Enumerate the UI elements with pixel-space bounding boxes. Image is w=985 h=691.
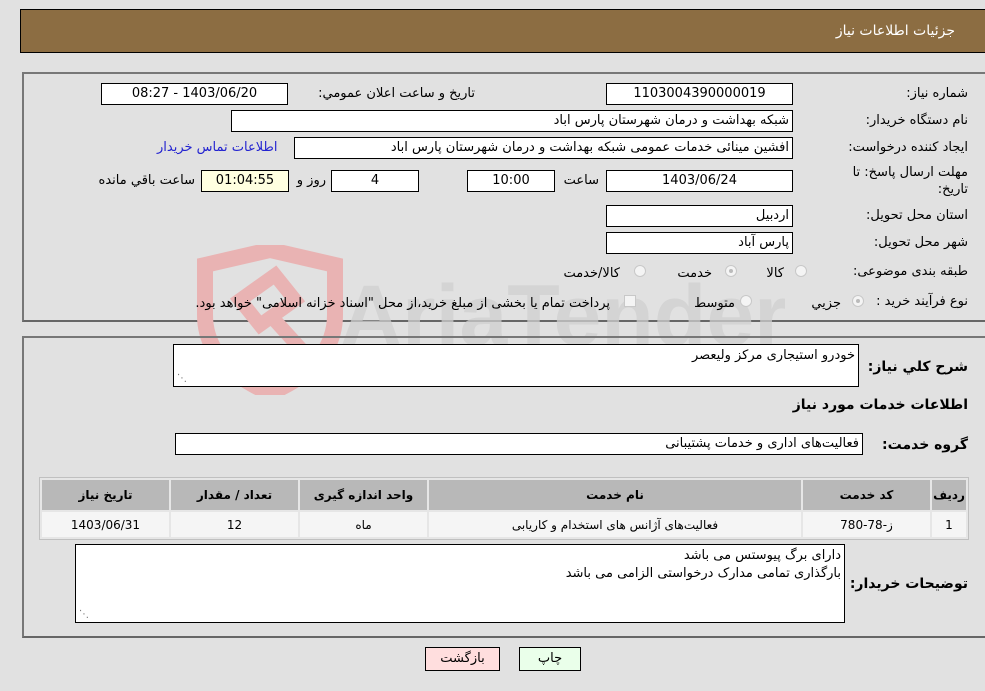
city-label: شهر محل تحویل: (873, 235, 968, 250)
purchase-type-label: نوع فرآیند خرید : (876, 294, 968, 309)
requester-label: ایجاد کننده درخواست: (848, 140, 968, 155)
category-option-goods: کالا (766, 266, 784, 281)
services-table: ردیف کد خدمت نام خدمت واحد اندازه گیری ت… (39, 477, 969, 540)
deadline-time-label: ساعت (563, 173, 599, 188)
col-service-name: نام خدمت (429, 480, 801, 510)
need-number-label: شماره نیاز: (906, 86, 968, 101)
buyer-notes-textarea[interactable]: دارای برگ پیوستس می باشد بارگذاری تمامی … (75, 544, 845, 623)
service-group-label: گروه خدمت: (882, 437, 968, 453)
province-field[interactable]: اردبیل (606, 205, 793, 227)
announce-datetime-field[interactable]: 1403/06/20 - 08:27 (101, 83, 288, 105)
purchase-type-radio-medium[interactable] (740, 295, 752, 307)
purchase-type-option-medium: متوسط (694, 296, 735, 311)
city-field[interactable]: پارس آباد (606, 232, 793, 254)
category-radio-goods-service[interactable] (634, 265, 646, 277)
col-unit: واحد اندازه گیری (300, 480, 427, 510)
purchase-type-radio-minor[interactable] (852, 295, 864, 307)
time-remaining-field: 01:04:55 (201, 170, 289, 192)
requester-field[interactable]: افشین مینائی خدمات عمومی شبکه بهداشت و د… (294, 137, 793, 159)
deadline-date-field[interactable]: 1403/06/24 (606, 170, 793, 192)
service-group-field[interactable]: فعالیت‌های اداری و خدمات پشتیبانی (175, 433, 863, 455)
col-service-code: کد خدمت (803, 480, 930, 510)
buyer-org-field[interactable]: شبکه بهداشت و درمان شهرستان پارس اباد (231, 110, 793, 132)
back-button[interactable]: بازگشت (425, 647, 500, 671)
deadline-label-line1: مهلت ارسال پاسخ: تا (852, 165, 968, 180)
cell-service-code: ز-78-780 (803, 512, 930, 537)
col-quantity: تعداد / مقدار (171, 480, 298, 510)
page-title: جزئیات اطلاعات نیاز (835, 23, 955, 39)
print-button[interactable]: چاپ (519, 647, 581, 671)
description-textarea[interactable]: خودرو استیجاری مرکز ولیعصر ⋱ (173, 344, 859, 387)
page-header: جزئیات اطلاعات نیاز (20, 9, 985, 53)
treasury-note: پرداخت تمام یا بخشی از مبلغ خرید،از محل … (195, 296, 610, 311)
purchase-type-option-minor: جزيي (811, 296, 841, 311)
buyer-org-label: نام دستگاه خریدار: (865, 113, 968, 128)
category-radio-goods[interactable] (795, 265, 807, 277)
resize-grip-icon[interactable]: ⋱ (79, 610, 89, 620)
province-label: استان محل تحویل: (866, 208, 968, 223)
announce-datetime-label: تاريخ و ساعت اعلان عمومي: (318, 86, 475, 101)
buyer-contact-link[interactable]: اطلاعات تماس خریدار (157, 140, 277, 155)
col-need-date: تاریخ نیاز (42, 480, 169, 510)
deadline-time-field[interactable]: 10:00 (467, 170, 555, 192)
category-radio-service[interactable] (725, 265, 737, 277)
table-row: 1 ز-78-780 فعالیت‌های آژانس های استخدام … (42, 512, 966, 537)
category-label: طبقه بندی موضوعی: (852, 264, 968, 279)
time-remaining-label: ساعت باقي مانده (98, 173, 195, 188)
description-text: خودرو استیجاری مرکز ولیعصر (691, 348, 855, 363)
table-header-row: ردیف کد خدمت نام خدمت واحد اندازه گیری ت… (42, 480, 966, 510)
cell-row-number: 1 (932, 512, 966, 537)
buyer-notes-line1: دارای برگ پیوستس می باشد (683, 548, 841, 563)
col-row-number: ردیف (932, 480, 966, 510)
cell-need-date: 1403/06/31 (42, 512, 169, 537)
treasury-checkbox[interactable] (624, 295, 636, 307)
category-option-service: خدمت (677, 266, 712, 281)
days-remaining-field[interactable]: 4 (331, 170, 419, 192)
category-option-goods-service: کالا/خدمت (563, 266, 620, 281)
resize-grip-icon[interactable]: ⋱ (177, 374, 187, 384)
cell-unit: ماه (300, 512, 427, 537)
buyer-notes-line2: بارگذاری تمامی مدارک درخواستی الزامی می … (565, 566, 841, 581)
cell-quantity: 12 (171, 512, 298, 537)
services-section-title: اطلاعات خدمات مورد نیاز (792, 397, 968, 413)
days-label: روز و (296, 173, 326, 188)
deadline-label-line2: تاریخ: (937, 182, 968, 197)
description-label: شرح کلي نیاز: (867, 359, 968, 375)
buyer-notes-label: توضیحات خریدار: (849, 576, 968, 592)
need-number-field[interactable]: 1103004390000019 (606, 83, 793, 105)
cell-service-name: فعالیت‌های آژانس های استخدام و کاریابی (429, 512, 801, 537)
